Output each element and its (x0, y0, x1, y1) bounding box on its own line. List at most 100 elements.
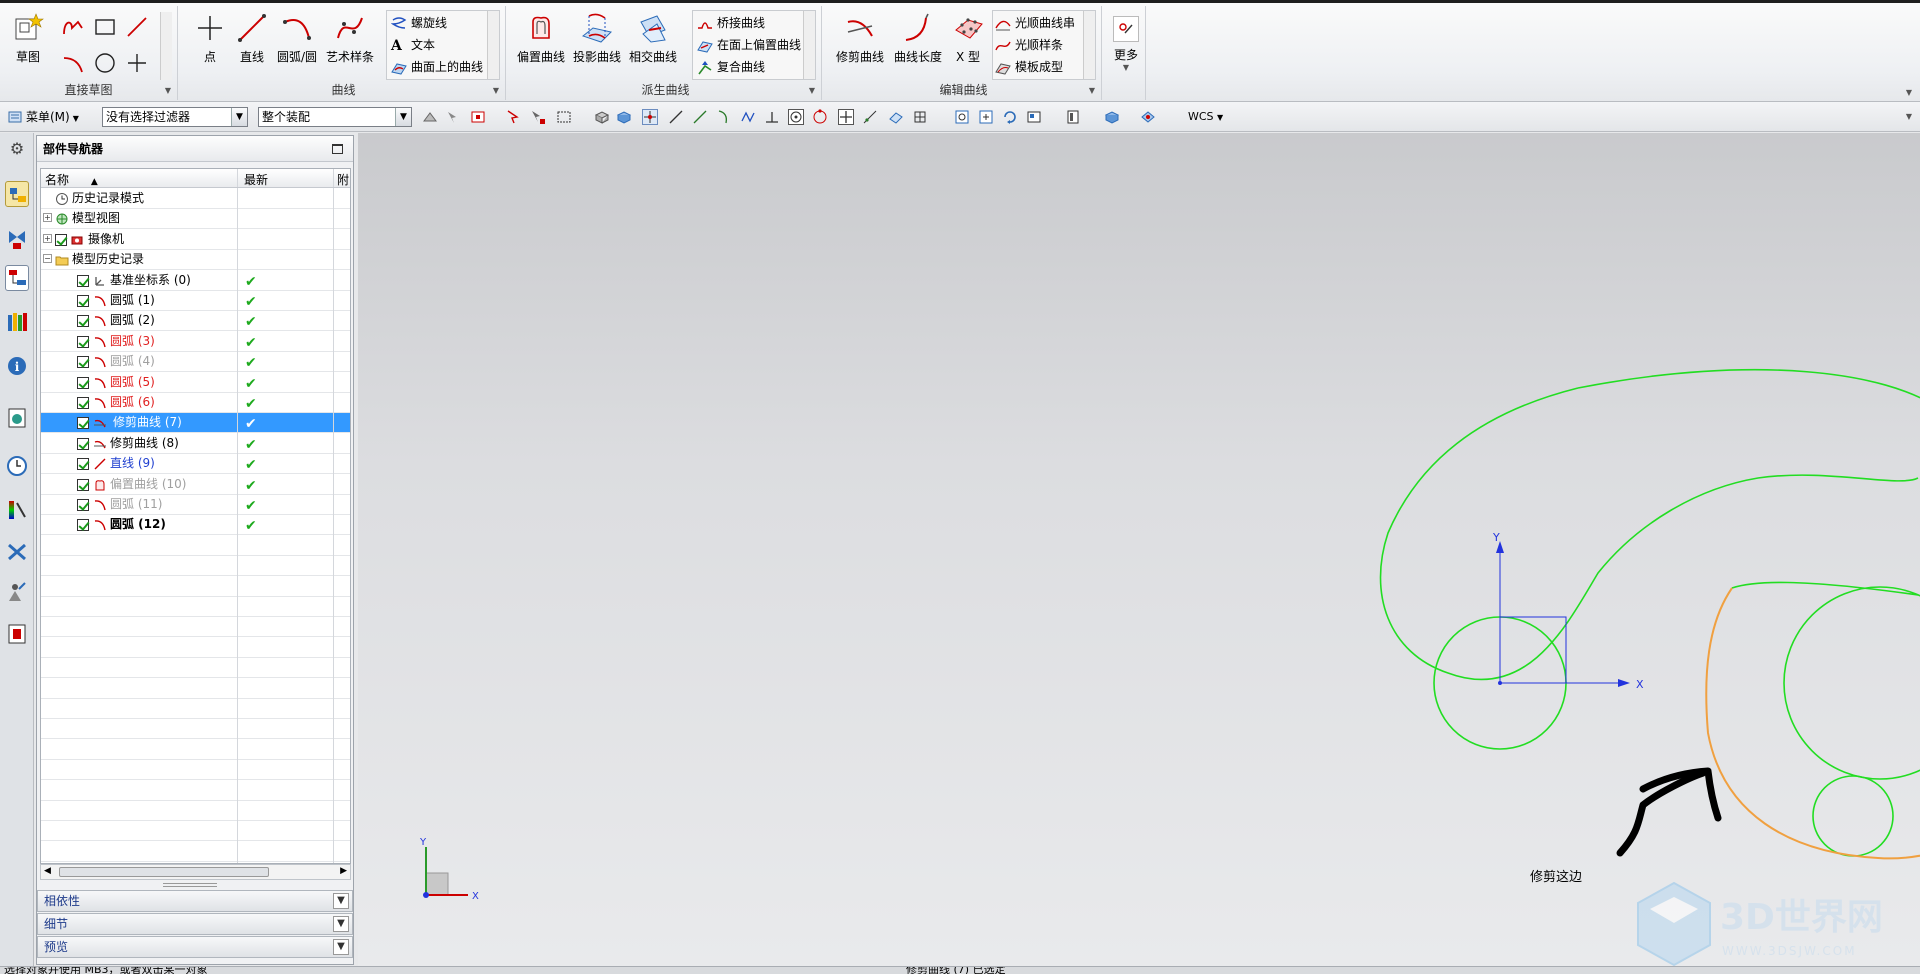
collapse-icon[interactable]: − (43, 254, 52, 264)
inner-green-segment[interactable] (1731, 581, 1919, 596)
visibility-checkbox[interactable] (77, 315, 89, 328)
visibility-icon[interactable] (1140, 109, 1156, 125)
chevron-down-icon[interactable]: ▼ (165, 86, 171, 95)
sketch-line-icon[interactable] (124, 14, 150, 40)
part-navigator-icon[interactable] (5, 265, 29, 291)
reuse-library-icon[interactable] (5, 309, 29, 335)
text-button[interactable]: A 文本 (391, 34, 435, 56)
dependencies-panel[interactable]: 相依性 ▼ (37, 890, 353, 912)
graphics-window[interactable]: Y X 修剪这边 Y X 3D世界网 WWW.3DSJW.COM (358, 133, 1920, 967)
helix-button[interactable]: 螺旋线 (390, 12, 447, 34)
tree-row[interactable]: 圆弧 (12) ✔ (41, 515, 350, 536)
visibility-checkbox[interactable] (77, 519, 89, 532)
tree-row[interactable]: 修剪曲线 (8) ✔ (41, 434, 350, 454)
resource-settings-icon[interactable]: ⚙ (5, 137, 29, 163)
outer-left-green-arc[interactable] (1379, 387, 1919, 681)
snap-perp-icon[interactable] (764, 109, 780, 125)
sketch-button[interactable]: 草图 (6, 12, 50, 65)
chevron-down-icon[interactable]: ▼ (333, 939, 349, 955)
snap-intersect-icon[interactable] (862, 109, 878, 125)
point-button[interactable]: 点 (190, 12, 230, 65)
snap-spline-icon[interactable] (740, 109, 756, 125)
column-latest[interactable]: 最新 (244, 171, 268, 188)
line-button[interactable]: 直线 (232, 12, 272, 65)
scroll-thumb[interactable] (59, 867, 269, 877)
curve-length-button[interactable]: 曲线长度 (890, 12, 946, 65)
visibility-checkbox[interactable] (77, 458, 89, 471)
tree-row[interactable]: 修剪曲线 (7) ✔ (41, 413, 350, 434)
display-body-icon[interactable] (1104, 109, 1120, 125)
select-multiple-icon[interactable] (530, 109, 546, 125)
render-style-icon[interactable] (1066, 109, 1082, 125)
right-circle[interactable] (1783, 586, 1920, 780)
chevron-down-icon[interactable]: ▼ (333, 893, 349, 909)
curve-on-surface-button[interactable]: 曲面上的曲线 (391, 56, 483, 78)
visibility-checkbox[interactable] (77, 335, 89, 348)
wcs-button[interactable]: WCS ▼ (1188, 109, 1223, 126)
offset-in-face-button[interactable]: 在面上偏置曲线 (697, 34, 801, 56)
toolbar-options-icon[interactable]: ▼ (1906, 112, 1912, 121)
ribbon-options-icon[interactable]: ▼ (1906, 88, 1912, 97)
visibility-checkbox[interactable] (77, 376, 89, 389)
project-curve-button[interactable]: 投影曲线 (570, 12, 624, 65)
web-browser-icon[interactable] (5, 405, 29, 431)
tree-row[interactable]: + 模型视图 (41, 209, 350, 230)
composite-curve-button[interactable]: 复合曲线 (697, 56, 765, 78)
selection-filter-combo[interactable]: 没有选择过滤器 ▼ (102, 107, 248, 127)
zoom-icon[interactable] (978, 109, 994, 125)
studio-spline-button[interactable]: 艺术样条 (322, 12, 378, 65)
chevron-down-icon[interactable]: ▼ (493, 86, 499, 95)
tree-hscroll[interactable]: ◀ ▶ (40, 864, 351, 880)
info-icon[interactable]: i (5, 353, 29, 379)
chevron-down-icon[interactable]: ▼ (231, 108, 247, 126)
scroll-left-icon[interactable]: ◀ (44, 866, 51, 876)
palette-icon[interactable] (5, 497, 29, 523)
sheet-body-icon[interactable] (616, 109, 632, 125)
snap-point-icon[interactable] (642, 109, 658, 125)
visibility-checkbox[interactable] (77, 499, 89, 511)
snap-body-icon[interactable] (446, 109, 462, 125)
tree-row[interactable]: 直线 (9) ✔ (41, 454, 350, 475)
snap-line-icon[interactable] (668, 109, 684, 125)
circle-icon[interactable] (92, 50, 118, 76)
sketch-gallery-scroll[interactable] (160, 12, 172, 80)
bridge-curve-button[interactable]: 桥接曲线 (697, 12, 765, 34)
more-button[interactable]: 更多 ▼ (1108, 12, 1144, 72)
column-name[interactable]: 名称 ▲ (45, 171, 98, 188)
visibility-checkbox[interactable] (77, 274, 89, 287)
snap-grid-icon[interactable] (912, 109, 928, 125)
chevron-down-icon[interactable]: ▼ (1089, 86, 1095, 95)
tree-row[interactable]: 圆弧 (11) ✔ (41, 495, 350, 515)
rectangle-icon[interactable] (92, 14, 118, 40)
tree-row[interactable]: 圆弧 (4) ✔ (41, 352, 350, 373)
panel-splitter[interactable] (163, 883, 217, 887)
snap-quadrant-icon[interactable] (812, 109, 828, 125)
visibility-checkbox[interactable] (77, 478, 89, 491)
arc-circle-button[interactable]: 圆弧/圆 (274, 12, 320, 65)
visibility-checkbox[interactable] (77, 397, 89, 409)
tree-row[interactable]: + 摄像机 (41, 230, 350, 250)
chevron-down-icon[interactable]: ▼ (333, 916, 349, 932)
tree-row[interactable]: 圆弧 (6) ✔ (41, 393, 350, 413)
expand-icon[interactable]: + (43, 213, 52, 223)
expand-icon[interactable]: + (43, 233, 52, 243)
edit-gallery-scroll[interactable] (1083, 11, 1095, 79)
snap-center-icon[interactable] (788, 109, 804, 125)
assembly-navigator-icon[interactable] (5, 181, 29, 207)
offset-curve-button[interactable]: 偏置曲线 (514, 12, 568, 65)
chevron-down-icon[interactable]: ▼ (809, 86, 815, 95)
select-red-icon[interactable] (470, 109, 486, 125)
tree-row[interactable]: − 模型历史记录 (41, 250, 350, 271)
tree-row[interactable]: 偏置曲线 (10) ✔ (41, 475, 350, 495)
curve-gallery-scroll[interactable] (487, 11, 499, 79)
snap-cross-icon[interactable] (838, 109, 854, 125)
column-extra[interactable]: 附 (337, 171, 349, 188)
roles-icon[interactable] (5, 579, 29, 605)
visibility-checkbox[interactable] (77, 295, 89, 307)
tree-row[interactable]: 圆弧 (2) ✔ (41, 311, 350, 332)
details-panel[interactable]: 细节 ▼ (37, 913, 353, 935)
constraint-navigator-icon[interactable] (5, 225, 29, 251)
profile-icon[interactable] (60, 14, 86, 40)
system-scenes-icon[interactable] (5, 621, 29, 647)
sketch-point-icon[interactable] (124, 50, 150, 76)
